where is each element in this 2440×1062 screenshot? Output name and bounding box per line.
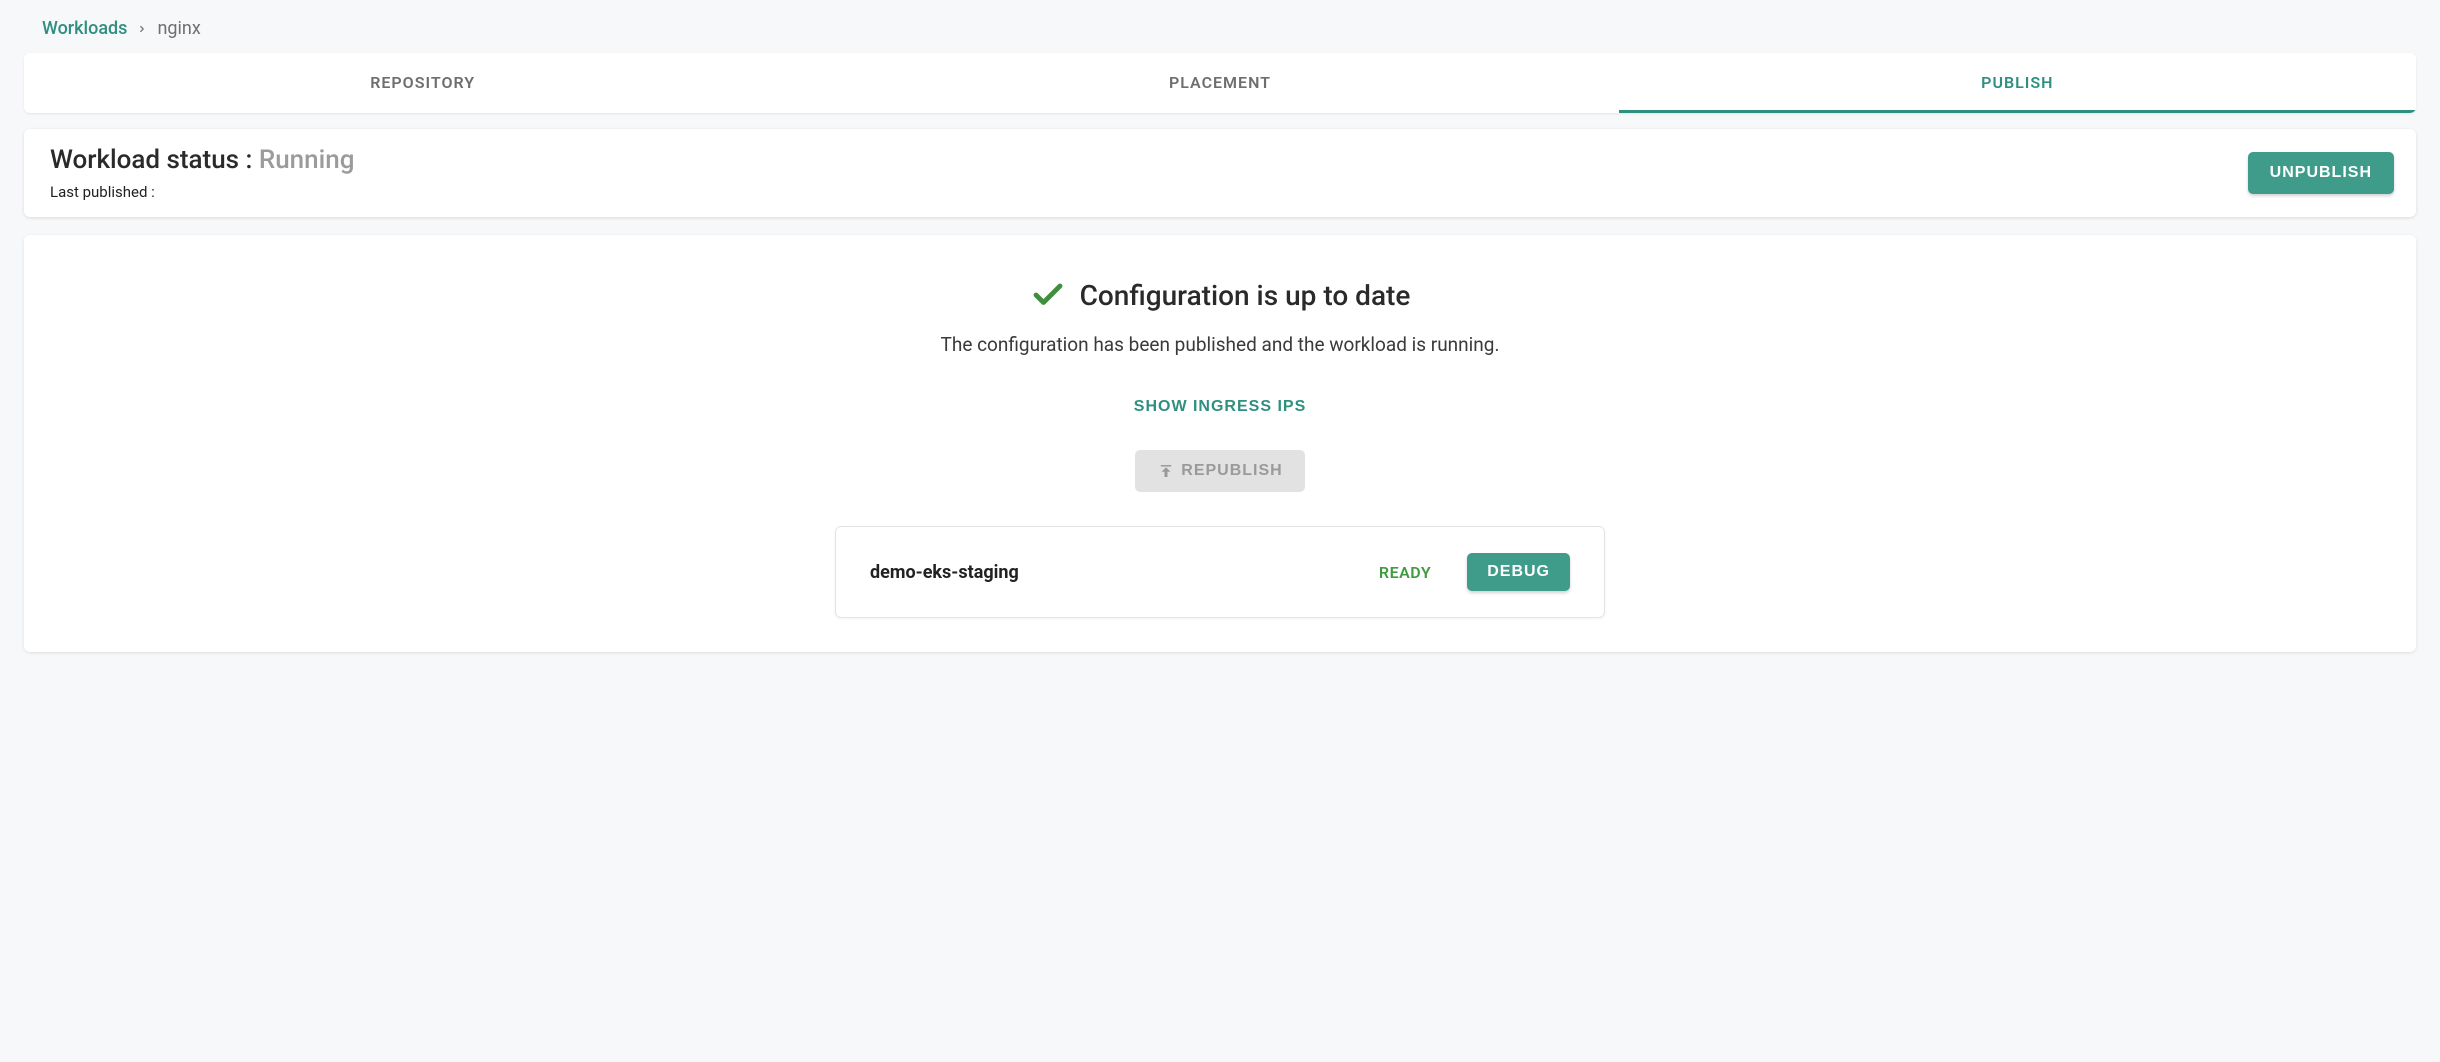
cluster-name: demo-eks-staging [870, 562, 1019, 583]
last-published-label: Last published : [50, 183, 354, 201]
config-title: Configuration is up to date [1080, 279, 1411, 312]
config-card: Configuration is up to date The configur… [24, 235, 2416, 652]
workload-status-label: Workload status : [50, 145, 252, 175]
show-ingress-ips-button[interactable]: Show Ingress IPs [1112, 386, 1328, 428]
republish-button[interactable]: Republish [1135, 450, 1304, 492]
republish-label: Republish [1181, 462, 1282, 480]
breadcrumb-current: nginx [157, 18, 200, 39]
tabs: Repository Placement Publish [24, 53, 2416, 113]
upload-icon [1157, 462, 1175, 480]
tab-repository[interactable]: Repository [24, 53, 821, 113]
workload-status-value: Running [259, 145, 355, 175]
tab-publish[interactable]: Publish [1619, 53, 2416, 113]
check-icon [1030, 277, 1066, 313]
tab-placement[interactable]: Placement [821, 53, 1618, 113]
chevron-right-icon [137, 18, 147, 39]
unpublish-button[interactable]: Unpublish [2248, 152, 2394, 194]
cluster-row: demo-eks-staging READY Debug [835, 526, 1605, 618]
debug-button[interactable]: Debug [1467, 553, 1570, 591]
breadcrumb-root-link[interactable]: Workloads [42, 18, 127, 39]
status-card: Workload status : Running Last published… [24, 129, 2416, 217]
workload-status-title: Workload status : Running [50, 145, 354, 175]
cluster-status-badge: READY [1379, 563, 1431, 582]
breadcrumb: Workloads nginx [24, 12, 2416, 53]
config-description: The configuration has been published and… [54, 333, 2386, 356]
